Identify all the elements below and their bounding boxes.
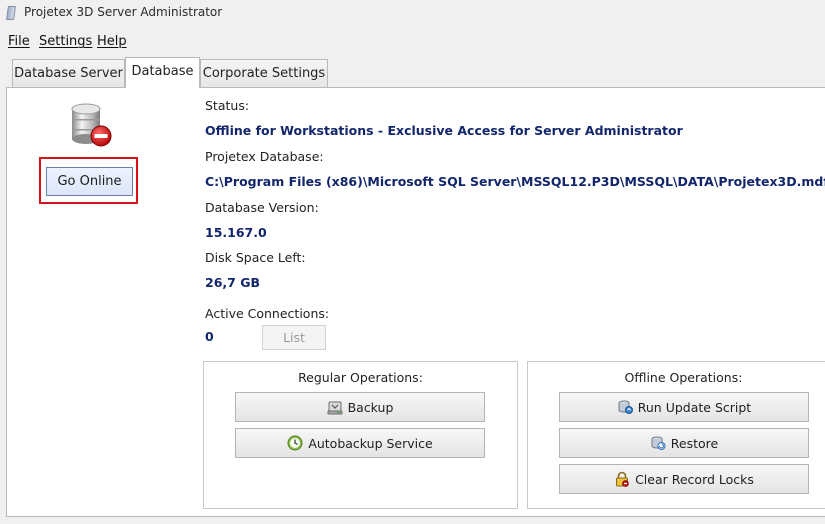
autobackup-service-label: Autobackup Service	[308, 435, 433, 451]
database-version-value: 15.167.0	[205, 225, 267, 240]
active-connections-label: Active Connections:	[205, 306, 330, 321]
menu-settings[interactable]: Settings	[39, 34, 92, 49]
offline-operations-title: Offline Operations:	[624, 370, 743, 385]
run-update-script-label: Run Update Script	[637, 399, 752, 415]
app-icon	[6, 6, 16, 20]
status-value: Offline for Workstations - Exclusive Acc…	[205, 123, 683, 138]
backup-drive-icon	[327, 399, 343, 415]
database-path-label: Projetex Database:	[205, 149, 324, 164]
window-title: Projetex 3D Server Administrator	[24, 5, 223, 19]
menu-file[interactable]: File	[8, 34, 30, 49]
status-label: Status:	[205, 98, 250, 113]
go-online-button[interactable]: Go Online	[46, 167, 133, 196]
active-connections-value: 0	[205, 329, 214, 344]
backup-button[interactable]: Backup	[235, 392, 485, 422]
run-update-script-button[interactable]: Run Update Script	[559, 392, 809, 422]
clear-record-locks-button[interactable]: Clear Record Locks	[559, 464, 809, 494]
disk-space-label: Disk Space Left:	[205, 250, 306, 265]
restore-label: Restore	[670, 435, 719, 451]
database-offline-icon	[71, 103, 112, 147]
backup-label: Backup	[347, 399, 394, 415]
restore-icon	[650, 435, 666, 451]
tab-database-server[interactable]: Database Server	[12, 59, 125, 87]
list-connections-button[interactable]: List	[262, 325, 326, 350]
restore-button[interactable]: Restore	[559, 428, 809, 458]
regular-operations-title: Regular Operations:	[298, 370, 423, 385]
database-path-value: C:\Program Files (x86)\Microsoft SQL Ser…	[205, 174, 825, 189]
tab-corporate-settings[interactable]: Corporate Settings	[200, 59, 328, 87]
clear-record-locks-label: Clear Record Locks	[635, 471, 754, 487]
title-bar: Projetex 3D Server Administrator	[0, 0, 825, 28]
disk-space-value: 26,7 GB	[205, 275, 260, 290]
tab-database[interactable]: Database	[125, 57, 200, 88]
menu-help[interactable]: Help	[97, 34, 127, 49]
database-version-label: Database Version:	[205, 200, 319, 215]
menu-bar: File Settings Help	[0, 31, 825, 53]
clock-icon	[287, 435, 303, 451]
lock-icon	[614, 471, 630, 487]
update-script-icon	[617, 399, 633, 415]
autobackup-service-button[interactable]: Autobackup Service	[235, 428, 485, 458]
